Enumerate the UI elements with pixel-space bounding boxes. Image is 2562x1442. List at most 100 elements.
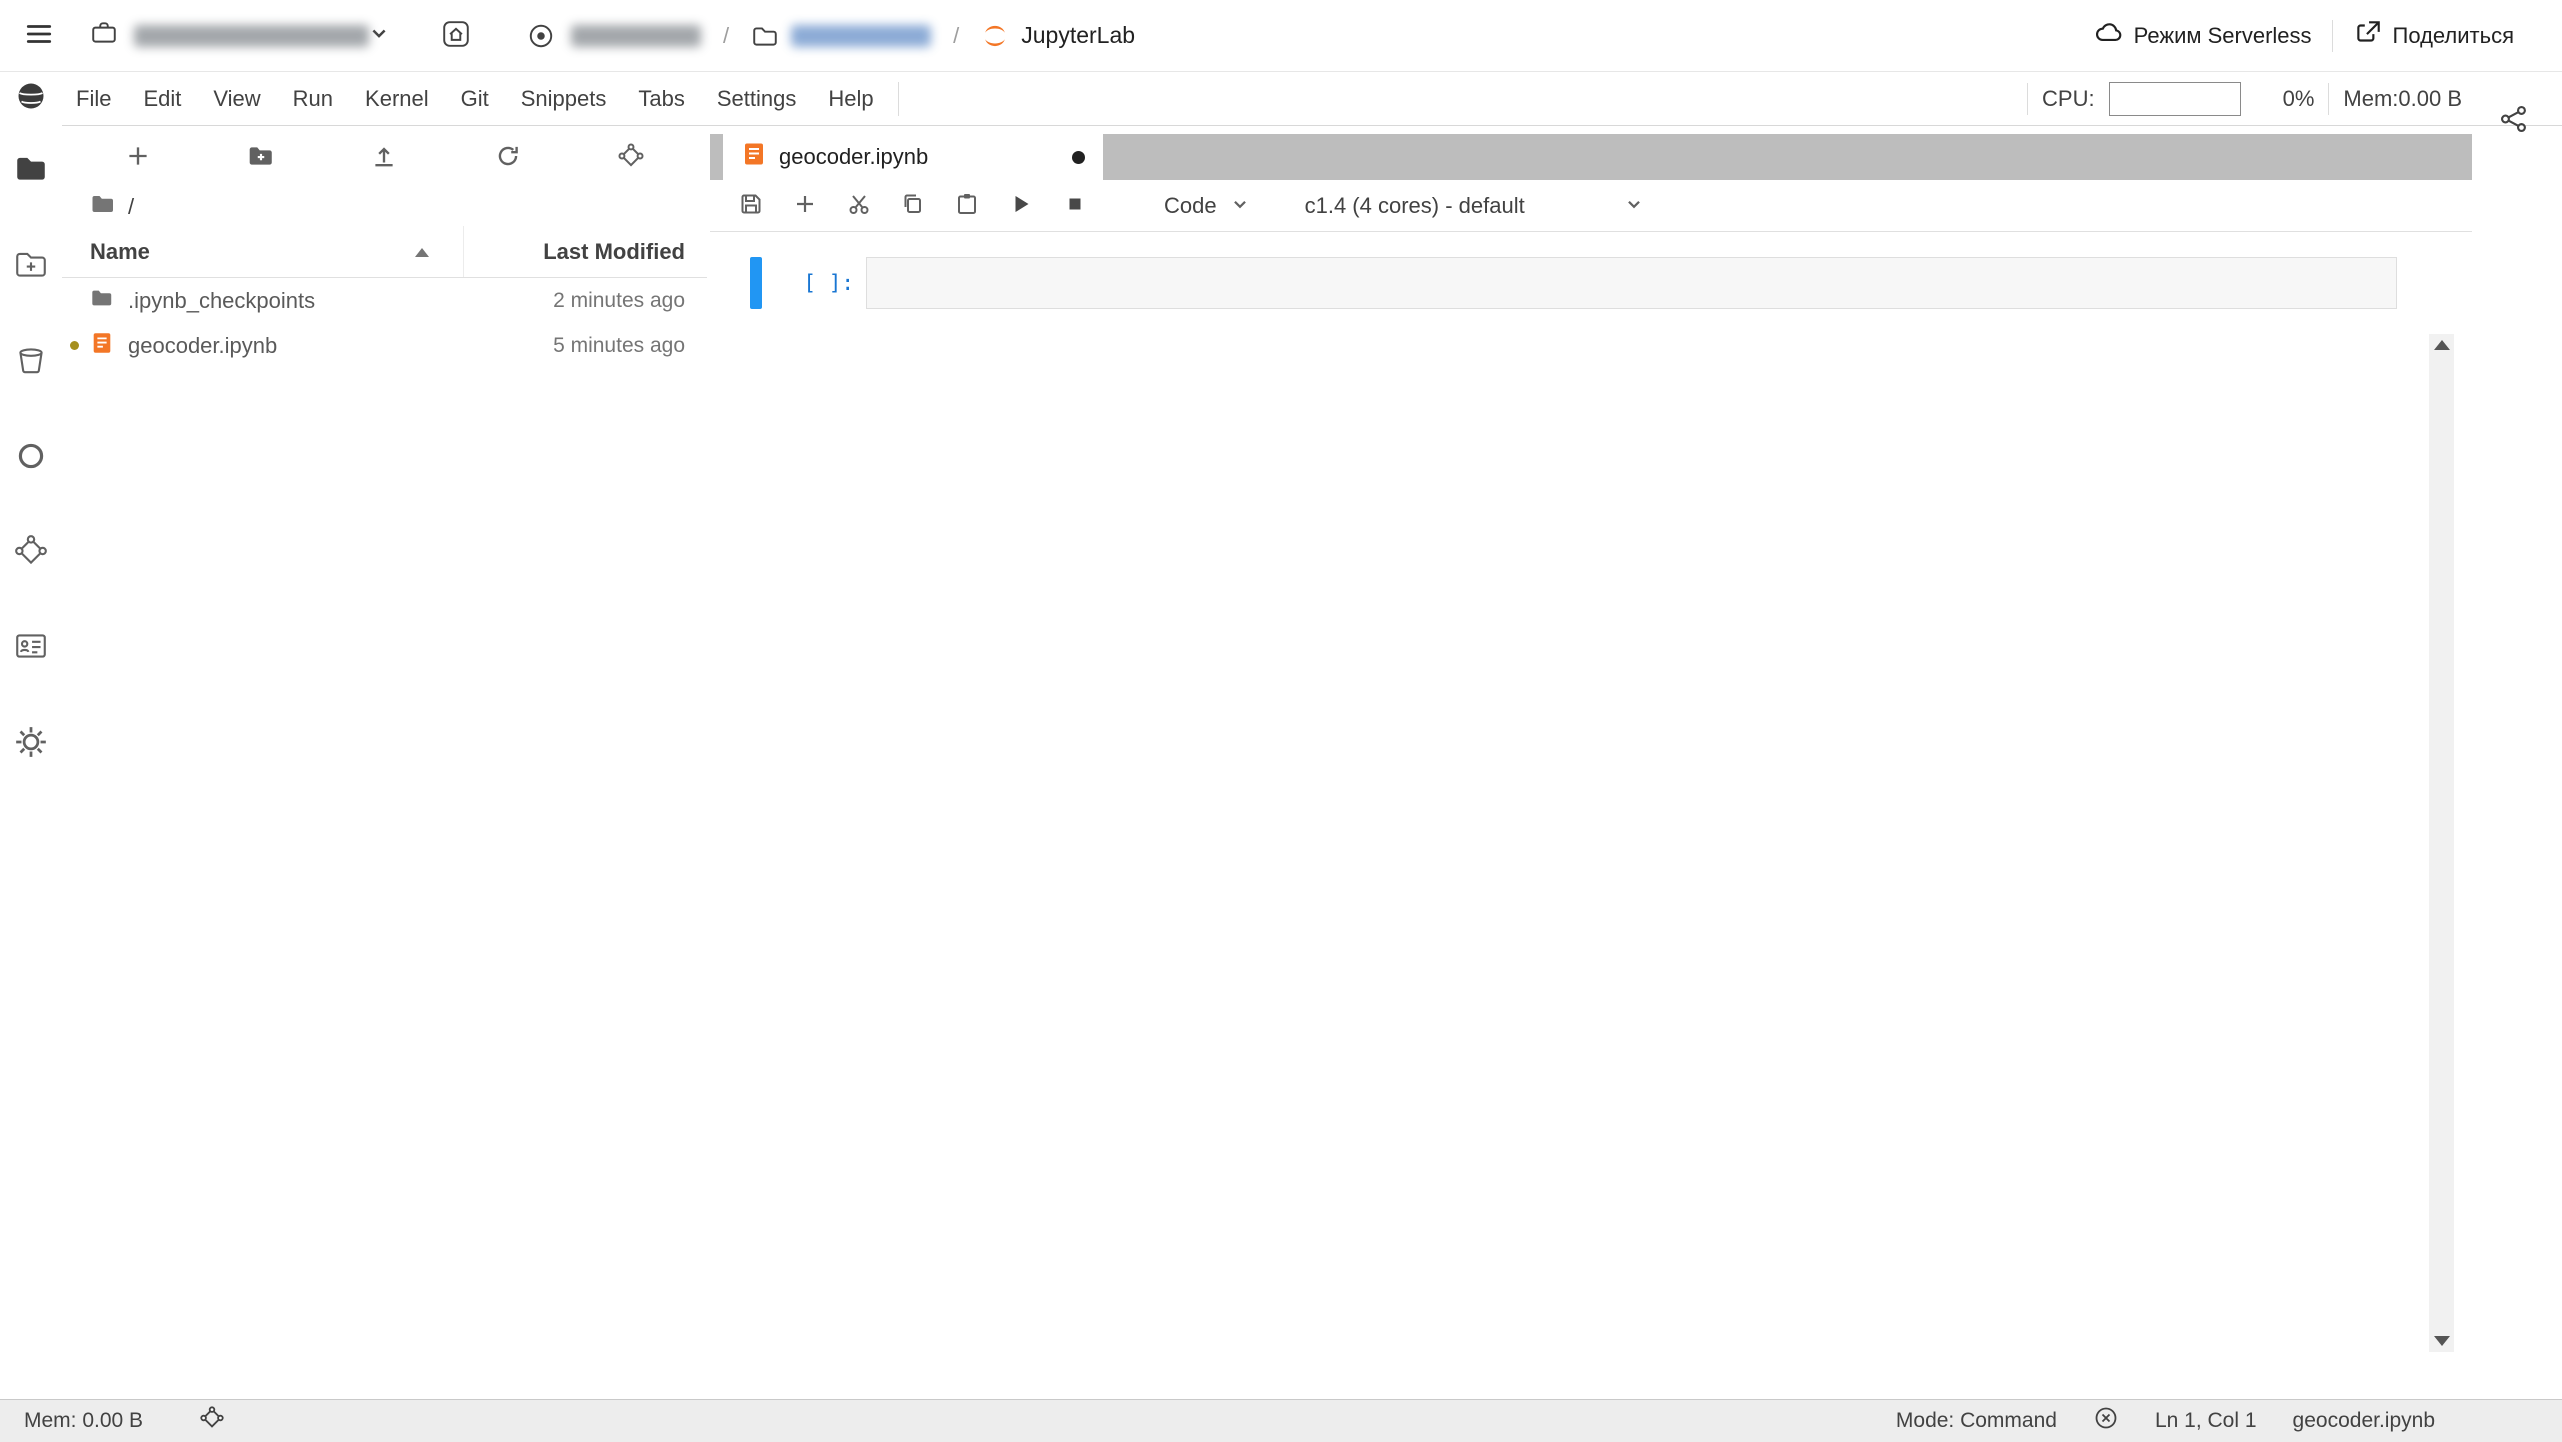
upload-button[interactable] <box>370 142 398 173</box>
home-icon <box>441 19 471 52</box>
file-browser-panel: / Name Last Modified .ipynb_checkpoints … <box>62 126 707 1399</box>
mem-status: Mem: 0.00 B <box>24 1409 143 1433</box>
tab-bar: geocoder.ipynb <box>710 134 2472 180</box>
menu-help[interactable]: Help <box>812 72 889 125</box>
menu-kernel[interactable]: Kernel <box>349 72 445 125</box>
file-row-checkpoints[interactable]: .ipynb_checkpoints 2 minutes ago <box>62 278 707 323</box>
cpu-usage-meter <box>2109 82 2241 116</box>
path-separator: / <box>723 23 729 49</box>
status-bar: Mem: 0.00 B Mode: Command Ln 1, Col 1 ge… <box>0 1399 2562 1442</box>
menu-settings[interactable]: Settings <box>701 72 813 125</box>
insert-cell-button[interactable] <box>792 193 818 219</box>
sidebar-tab-snippets[interactable] <box>7 623 55 671</box>
cell-type-value: Code <box>1164 193 1217 219</box>
sort-ascending-icon <box>415 248 429 257</box>
scissors-icon <box>846 191 872 220</box>
id-card-icon <box>13 628 49 667</box>
share-icon <box>2353 18 2383 54</box>
git-diamond-icon <box>617 142 645 173</box>
folder-name-redacted[interactable] <box>571 25 701 47</box>
modified-dot <box>70 341 79 350</box>
sidebar-tab-git[interactable] <box>7 528 55 576</box>
org-circle-icon[interactable] <box>527 22 555 50</box>
notebook-scrollbar[interactable] <box>2429 334 2454 1352</box>
cut-cells-button[interactable] <box>846 193 872 219</box>
active-cell-collapser[interactable] <box>750 257 762 309</box>
briefcase-icon <box>90 19 118 53</box>
menu-run[interactable]: Run <box>277 72 349 125</box>
scroll-down-arrow-icon[interactable] <box>2434 1336 2450 1346</box>
divider <box>2027 83 2028 115</box>
cell-type-dropdown[interactable]: Code <box>1164 193 1249 219</box>
scroll-up-arrow-icon[interactable] <box>2434 340 2450 350</box>
menu-tabs[interactable]: Tabs <box>622 72 700 125</box>
modified-column-label: Last Modified <box>543 239 685 265</box>
kernel-selector[interactable]: c1.4 (4 cores) - default <box>1305 193 1643 219</box>
new-folder-button[interactable] <box>247 142 275 173</box>
save-icon <box>738 191 764 220</box>
menu-edit[interactable]: Edit <box>127 72 197 125</box>
share-graph-button[interactable] <box>2498 103 2530 138</box>
paste-cells-button[interactable] <box>954 193 980 219</box>
workspace-switcher[interactable] <box>90 19 389 53</box>
column-header-name[interactable]: Name <box>62 226 463 277</box>
cell-prompt: [ ]: <box>762 271 866 295</box>
sidebar-tab-settings[interactable] <box>7 719 55 767</box>
share-button[interactable]: Поделиться <box>2353 18 2514 54</box>
sidebar-tab-buckets[interactable] <box>7 337 55 385</box>
mem-indicator: Mem:0.00 B <box>2343 86 2462 112</box>
resource-indicators: CPU: 0% Mem:0.00 B <box>2027 82 2462 116</box>
project-id-redacted[interactable] <box>791 25 931 47</box>
topbar-actions: Режим Serverless Поделиться <box>2094 18 2514 54</box>
copy-cells-button[interactable] <box>900 193 926 219</box>
git-clone-button[interactable] <box>617 142 645 173</box>
stop-kernel-button[interactable] <box>1062 193 1088 219</box>
sidebar-tab-files[interactable] <box>7 146 55 194</box>
save-button[interactable] <box>738 193 764 219</box>
file-modified: 2 minutes ago <box>553 289 707 313</box>
hamburger-icon <box>24 19 54 52</box>
chevron-down-icon <box>1525 193 1643 219</box>
file-row-geocoder[interactable]: geocoder.ipynb 5 minutes ago <box>62 323 707 368</box>
upload-icon <box>370 142 398 173</box>
cell-editor-input[interactable] <box>866 257 2397 309</box>
file-list-header: Name Last Modified <box>62 226 707 278</box>
file-name: .ipynb_checkpoints <box>128 288 315 314</box>
refresh-button[interactable] <box>494 142 522 173</box>
divider <box>2328 83 2329 115</box>
refresh-icon <box>494 142 522 173</box>
file-modified: 5 minutes ago <box>553 334 707 358</box>
share-nodes-icon <box>2498 103 2530 138</box>
cursor-position[interactable]: Ln 1, Col 1 <box>2155 1409 2257 1433</box>
datasphere-logo-icon <box>7 72 55 120</box>
sidebar-tab-running-sessions[interactable] <box>7 433 55 481</box>
menu-view[interactable]: View <box>197 72 276 125</box>
notebook-content: [ ]: <box>710 232 2472 1399</box>
menu-git[interactable]: Git <box>445 72 505 125</box>
sidebar-tab-new-folder[interactable] <box>7 242 55 290</box>
unsaved-changes-dot[interactable] <box>1072 151 1085 164</box>
file-name: geocoder.ipynb <box>128 333 277 359</box>
menu-file[interactable]: File <box>60 72 127 125</box>
folder-icon[interactable] <box>751 22 779 50</box>
kernel-name: c1.4 (4 cores) - default <box>1305 193 1525 219</box>
file-browser-breadcrumb[interactable]: / <box>62 188 707 226</box>
home-button[interactable] <box>441 19 471 52</box>
command-mode-indicator[interactable]: Mode: Command <box>1896 1409 2057 1433</box>
divider <box>898 82 899 116</box>
gear-icon <box>13 724 49 763</box>
serverless-label: Режим Serverless <box>2134 23 2312 49</box>
serverless-mode-button[interactable]: Режим Serverless <box>2094 18 2312 54</box>
file-browser-toolbar <box>62 126 707 188</box>
new-launcher-button[interactable] <box>124 142 152 173</box>
hamburger-menu-button[interactable] <box>24 19 54 52</box>
git-diamond-icon <box>13 533 49 572</box>
divider <box>2332 20 2333 52</box>
tab-geocoder-ipynb[interactable]: geocoder.ipynb <box>723 134 1103 180</box>
tab-title: geocoder.ipynb <box>779 144 928 170</box>
breadcrumb-root: / <box>128 194 134 220</box>
run-cell-button[interactable] <box>1008 193 1034 219</box>
column-header-modified[interactable]: Last Modified <box>463 226 707 277</box>
menu-snippets[interactable]: Snippets <box>505 72 623 125</box>
jupyter-logo-icon <box>981 22 1009 50</box>
